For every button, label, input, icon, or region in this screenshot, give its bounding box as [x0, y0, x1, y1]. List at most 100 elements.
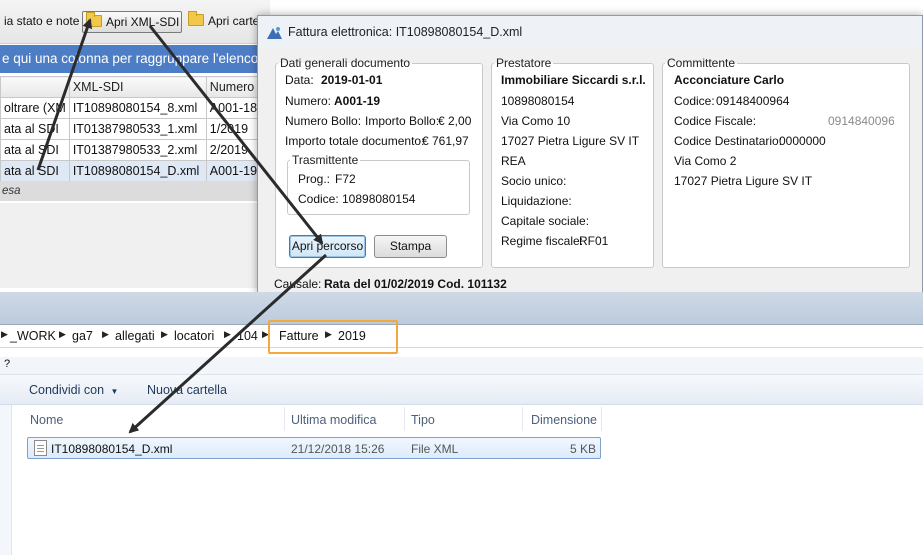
chevron-down-icon: ▼	[110, 387, 119, 396]
grid-header-row: XML-SDI Numero	[0, 76, 263, 98]
chevron-right-icon: ▶	[102, 329, 109, 339]
chevron-right-icon: ▶	[161, 329, 168, 339]
column-header-stato[interactable]	[0, 76, 70, 98]
app-toolbar: ia stato e note Apri XML-SDI Apri carte	[0, 0, 270, 44]
folder-icon	[86, 12, 102, 27]
cell-numero: A001-18	[205, 97, 263, 119]
fattura-elettronica-dialog: Fattura elettronica: IT10898080154_D.xml…	[257, 15, 923, 295]
committente-name: Acconciature Carlo	[674, 73, 785, 87]
cell-stato: ata al SDI	[0, 139, 70, 161]
app-background	[0, 203, 262, 288]
explorer-command-bar: Condividi con ▼ Nuova cartella	[0, 375, 923, 405]
data-value: 2019-01-01	[321, 73, 383, 87]
cell-xml-sdi: IT01387980533_2.xml	[68, 139, 207, 161]
prog-value: F72	[335, 172, 356, 186]
file-type: File XML	[411, 442, 459, 456]
cell-stato: ata al SDI	[0, 118, 70, 140]
numero-bollo-label: Numero Bollo:	[285, 114, 362, 128]
chevron-right-icon: ▶	[1, 329, 8, 339]
breadcrumb-locatori[interactable]: locatori	[174, 329, 214, 343]
causale-label: Causale:	[274, 277, 322, 291]
stato-note-button[interactable]: ia stato e note	[0, 11, 83, 33]
prestatore-name: Immobiliare Siccardi s.r.l.	[501, 73, 646, 87]
cell-numero: 1/2019	[205, 118, 263, 140]
cell-stato: ata al SDI	[0, 160, 70, 182]
breadcrumb-work[interactable]: _WORK	[10, 329, 56, 343]
table-row-selected[interactable]: ata al SDI IT10898080154_D.xml A001-19	[0, 160, 263, 182]
apri-xml-sdi-button[interactable]: Apri XML-SDI	[82, 11, 182, 33]
committente-cf-value: 09148400964	[828, 114, 894, 128]
breadcrumb-ga7[interactable]: ga7	[72, 329, 93, 343]
column-divider[interactable]	[522, 407, 523, 431]
cell-xml-sdi: IT10898080154_D.xml	[68, 160, 207, 182]
column-divider[interactable]	[284, 407, 285, 431]
codice-label: Codice:	[298, 192, 339, 206]
stampa-button[interactable]: Stampa	[374, 235, 447, 258]
apri-cartella-button[interactable]: Apri carte	[184, 11, 263, 33]
table-row[interactable]: ata al SDI IT01387980533_1.xml 1/2019	[0, 118, 263, 140]
folder-icon	[188, 11, 204, 26]
prestatore-capitale-sociale: Capitale sociale:	[501, 214, 590, 228]
committente-cod-dest-value: 0000000	[779, 134, 826, 148]
dati-generali-legend: Dati generali documento	[280, 56, 411, 70]
file-name: IT10898080154_D.xml	[51, 442, 173, 456]
help-menu-fragment[interactable]: ?	[4, 358, 10, 370]
cell-numero: 2/2019	[205, 139, 263, 161]
breadcrumb-allegati[interactable]: allegati	[115, 329, 155, 343]
codice-trasmittente-value: 10898080154	[342, 192, 416, 206]
table-row[interactable]: oltrare (XM IT10898080154_8.xml A001-18	[0, 97, 263, 119]
chevron-right-icon: ▶	[224, 329, 231, 339]
cell-xml-sdi: IT01387980533_1.xml	[68, 118, 207, 140]
prog-label: Prog.:	[298, 172, 331, 186]
apri-percorso-button[interactable]: Apri percorso	[289, 235, 366, 258]
column-divider[interactable]	[404, 407, 405, 431]
grid-footer: esa	[0, 181, 262, 201]
column-header-tipo[interactable]: Tipo	[411, 413, 435, 427]
column-divider[interactable]	[601, 407, 602, 431]
prestatore-citta: 17027 Pietra Ligure SV IT	[501, 134, 640, 148]
committente-citta: 17027 Pietra Ligure SV IT	[674, 174, 813, 188]
breadcrumb-104[interactable]: 104	[237, 329, 258, 343]
numero-value: A001-19	[334, 94, 381, 108]
committente-codice-label: Codice:	[674, 94, 715, 108]
column-header-nome[interactable]: Nome	[30, 413, 63, 427]
menu-bar: ?	[0, 357, 923, 375]
explorer-window: ▶ _WORK ▶ ga7 ▶ allegati ▶ locatori ▶ 10…	[0, 292, 923, 555]
prestatore-regime-value: RF01	[579, 234, 609, 248]
importo-bollo-label: Importo Bollo:	[365, 114, 440, 128]
dialog-title-bar[interactable]: Fattura elettronica: IT10898080154_D.xml	[258, 16, 922, 48]
condividi-con-label: Condividi con	[29, 383, 105, 397]
prestatore-via: Via Como 10	[501, 114, 571, 128]
column-header-xml-sdi[interactable]: XML-SDI	[68, 76, 207, 98]
group-by-bar[interactable]: e qui una colonna per raggruppare l'elen…	[0, 45, 270, 73]
prestatore-rea: REA	[501, 154, 526, 168]
condividi-con-button[interactable]: Condividi con ▼	[29, 383, 118, 397]
causale-value: Rata del 01/02/2019 Cod. 101132	[324, 277, 507, 291]
xml-file-icon	[34, 440, 47, 456]
apri-xml-sdi-label: Apri XML-SDI	[106, 15, 180, 29]
cell-xml-sdi: IT10898080154_8.xml	[68, 97, 207, 119]
table-row[interactable]: ata al SDI IT01387980533_2.xml 2/2019	[0, 139, 263, 161]
nuova-cartella-button[interactable]: Nuova cartella	[147, 383, 227, 397]
prestatore-liquidazione: Liquidazione:	[501, 194, 572, 208]
column-header-dimensione[interactable]: Dimensione	[531, 413, 597, 427]
committente-legend: Committente	[667, 56, 736, 70]
numero-label: Numero:	[285, 94, 332, 108]
navigation-pane-edge	[0, 405, 12, 555]
cell-stato: oltrare (XM	[0, 97, 70, 119]
explorer-title-band	[0, 292, 923, 324]
column-header-ultima-modifica[interactable]: Ultima modifica	[291, 413, 376, 427]
column-header-numero[interactable]: Numero	[205, 76, 263, 98]
prestatore-legend: Prestatore	[496, 56, 552, 70]
address-bar[interactable]: ▶ _WORK ▶ ga7 ▶ allegati ▶ locatori ▶ 10…	[0, 324, 923, 348]
importo-totale-label: Importo totale documento:	[285, 134, 425, 148]
file-size: 5 KB	[569, 442, 596, 456]
data-label: Data:	[285, 73, 314, 87]
committente-cod-dest-label: Codice Destinatario:	[674, 134, 783, 148]
app-icon	[267, 27, 282, 39]
file-modified: 21/12/2018 15:26	[291, 442, 385, 456]
importo-totale-value: € 761,97	[422, 134, 469, 148]
invoice-grid: XML-SDI Numero oltrare (XM IT10898080154…	[0, 76, 263, 182]
prestatore-socio-unico: Socio unico:	[501, 174, 567, 188]
file-row[interactable]: IT10898080154_D.xml 21/12/2018 15:26 Fil…	[27, 437, 601, 459]
